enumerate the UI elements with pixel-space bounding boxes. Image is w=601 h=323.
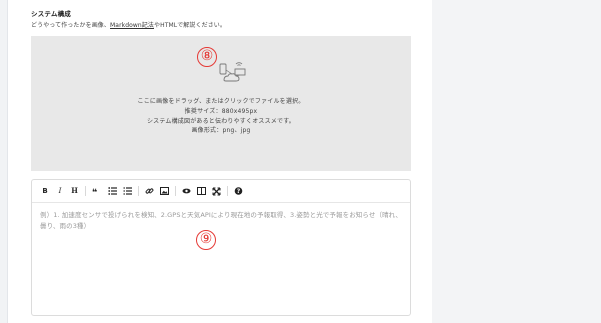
quote-icon[interactable]: ❝ xyxy=(92,185,101,197)
annotation-badge-9: ⑨ xyxy=(196,230,216,250)
help-icon[interactable]: ? xyxy=(234,185,243,197)
markdown-editor: B I H ❝ ? 例）1. 加速度センサで投げられを検知、2.GPSと天気AP… xyxy=(31,179,411,316)
dropzone-instructions: ここに画像をドラッグ、またはクリックでファイルを選択。 推奨サイズ：880x49… xyxy=(31,97,411,136)
dropzone-line-4: 画像形式：png、jpg xyxy=(191,127,251,135)
toolbar-separator xyxy=(138,186,139,196)
annotation-badge-8: ⑧ xyxy=(197,47,217,67)
image-icon[interactable] xyxy=(160,185,169,197)
toolbar-separator xyxy=(227,186,228,196)
section-desc-text-after: やHTMLで解説ください。 xyxy=(154,22,226,29)
upload-device-icon xyxy=(218,58,248,84)
preview-icon[interactable] xyxy=(182,185,191,197)
ordered-list-icon[interactable] xyxy=(123,185,132,197)
link-icon[interactable] xyxy=(145,185,154,197)
editor-toolbar: B I H ❝ ? xyxy=(32,180,410,203)
section-description: どうやって作ったかを画像、Markdown記法やHTMLで解説ください。 xyxy=(31,20,226,29)
heading-icon[interactable]: H xyxy=(70,185,79,197)
toolbar-separator xyxy=(85,186,86,196)
section-title: システム構成 xyxy=(31,10,72,18)
section-desc-text: どうやって作ったかを画像、 xyxy=(31,22,111,29)
dropzone-line-3: システム構成図があると伝わりやすくオススメです。 xyxy=(146,117,296,125)
bold-icon[interactable]: B xyxy=(41,185,49,197)
unordered-list-icon[interactable] xyxy=(108,185,117,197)
fullscreen-icon[interactable] xyxy=(212,185,221,197)
left-edge-panel xyxy=(0,0,8,323)
italic-icon[interactable]: I xyxy=(56,185,64,197)
svg-text:❝: ❝ xyxy=(92,188,97,197)
markdown-link[interactable]: Markdown記法 xyxy=(110,22,154,29)
editor-placeholder[interactable]: 例）1. 加速度センサで投げられを検知、2.GPSと天気APIにより現在地の予報… xyxy=(40,210,402,232)
dropzone-line-1: ここに画像をドラッグ、またはクリックでファイルを選択。 xyxy=(137,98,305,105)
right-side-panel xyxy=(432,0,601,323)
toolbar-separator xyxy=(175,186,176,196)
side-by-side-icon[interactable] xyxy=(197,185,206,197)
image-dropzone[interactable]: ここに画像をドラッグ、またはクリックでファイルを選択。 推奨サイズ：880x49… xyxy=(31,36,411,171)
svg-text:?: ? xyxy=(237,188,241,195)
dropzone-line-2: 推奨サイズ：880x495px xyxy=(184,107,258,115)
